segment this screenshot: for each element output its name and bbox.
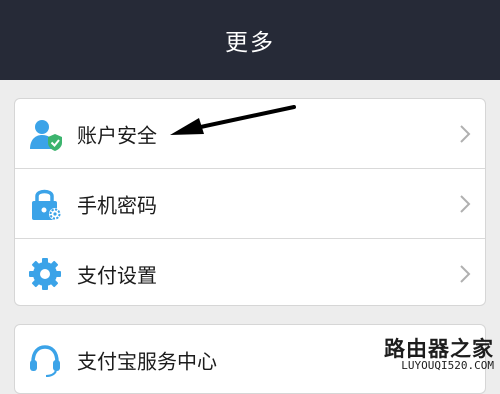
menu-item-payment-settings[interactable]: 支付设置 xyxy=(15,238,485,305)
menu-item-label: 账户安全 xyxy=(77,123,157,147)
menu-item-phone-password[interactable]: 手机密码 xyxy=(15,168,485,238)
gear-icon xyxy=(29,257,61,290)
phone-lock-icon xyxy=(32,189,61,220)
headset-icon xyxy=(30,344,60,377)
watermark-text: 路由器之家 xyxy=(384,337,494,361)
top-bar: 更多 xyxy=(0,0,500,80)
watermark-url: LUYOUQI520.COM xyxy=(401,359,494,372)
chevron-right-icon xyxy=(460,194,471,213)
chevron-right-icon xyxy=(460,124,471,143)
watermark: 路由器之家 LUYOUQI520.COM xyxy=(384,337,494,372)
annotation-arrow-icon xyxy=(170,105,296,135)
menu-item-label: 手机密码 xyxy=(77,193,157,217)
menu-item-label: 支付设置 xyxy=(77,263,157,287)
account-security-icon xyxy=(30,119,62,151)
menu-item-label: 支付宝服务中心 xyxy=(77,349,217,373)
chevron-right-icon xyxy=(460,264,471,283)
page-title: 更多 xyxy=(225,30,275,56)
